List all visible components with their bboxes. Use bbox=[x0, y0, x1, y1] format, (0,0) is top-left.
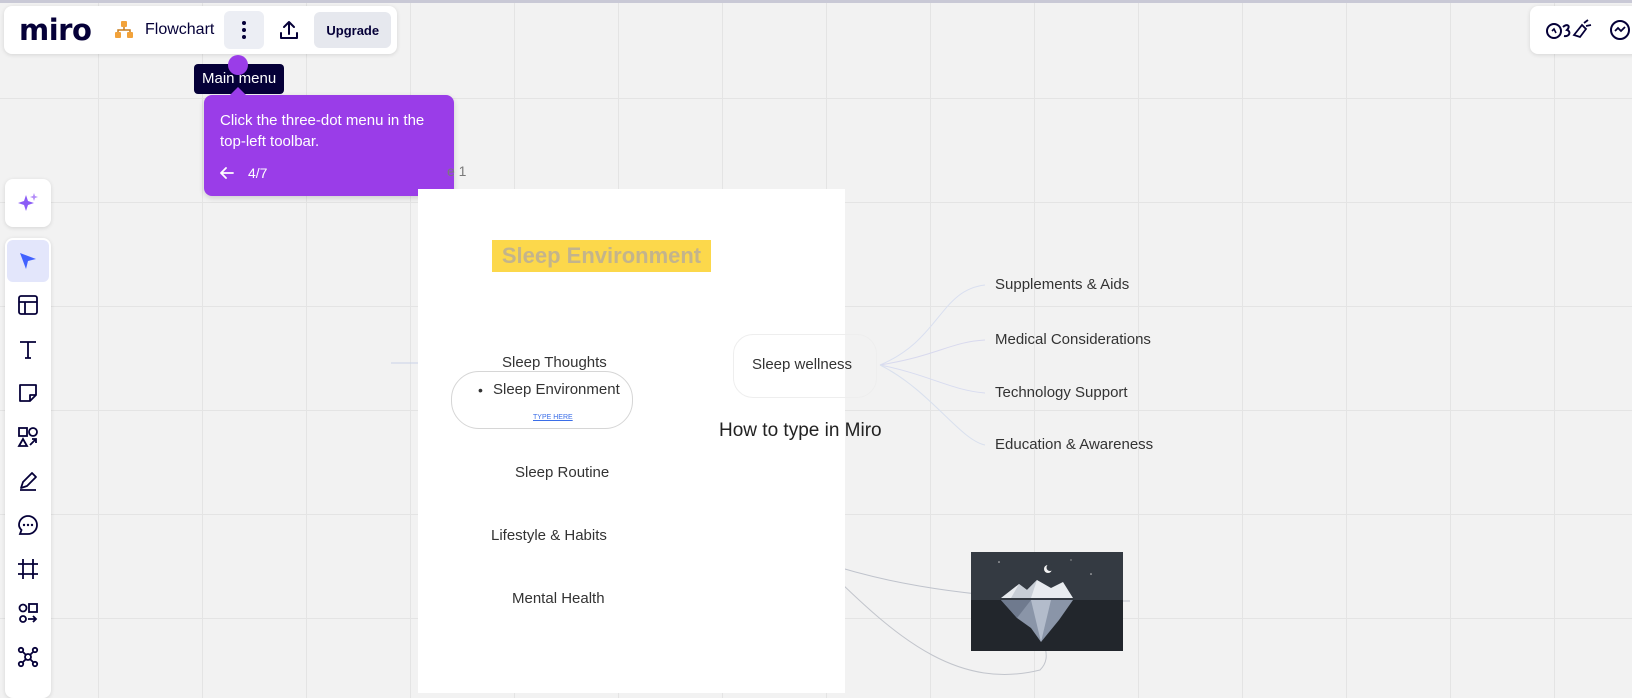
board-name[interactable]: Flowchart bbox=[145, 21, 214, 39]
onboarding-popover: Click the three-dot menu in the top-left… bbox=[204, 87, 454, 196]
cursor-icon bbox=[20, 253, 36, 269]
onboarding-hotspot[interactable] bbox=[228, 55, 248, 75]
popover-caret bbox=[230, 87, 246, 95]
mindmap-icon bbox=[17, 646, 39, 668]
flowchart-icon bbox=[113, 19, 135, 41]
node-supplements[interactable]: Supplements & Aids bbox=[995, 276, 1129, 293]
pen-tool[interactable] bbox=[7, 460, 49, 502]
text-tool[interactable] bbox=[7, 328, 49, 370]
text-icon bbox=[20, 341, 36, 359]
onboarding-nav: 4/7 bbox=[220, 165, 267, 181]
frame-tool[interactable] bbox=[7, 548, 49, 590]
node-medical[interactable]: Medical Considerations bbox=[995, 331, 1151, 348]
chat-icon[interactable] bbox=[1608, 18, 1632, 42]
share-button[interactable] bbox=[270, 11, 308, 49]
ai-assistant-button[interactable] bbox=[5, 179, 51, 227]
reactions-icon[interactable] bbox=[1546, 17, 1594, 43]
mindmap-tool[interactable] bbox=[7, 636, 49, 678]
sparkle-icon bbox=[18, 193, 38, 211]
node-sleep-environment[interactable]: • Sleep Environment TYPE HERE bbox=[451, 371, 633, 429]
main-menu-button[interactable] bbox=[224, 11, 265, 49]
shapes-icon bbox=[17, 427, 38, 447]
node-sleep-thoughts[interactable]: Sleep Thoughts bbox=[502, 354, 607, 371]
mindmap-title[interactable]: Sleep Environment bbox=[492, 240, 711, 272]
select-tool[interactable] bbox=[7, 240, 49, 282]
node-mental-health[interactable]: Mental Health bbox=[512, 590, 605, 607]
arrow-left-icon[interactable] bbox=[220, 167, 234, 179]
upload-icon bbox=[280, 21, 299, 39]
comment-tool[interactable] bbox=[7, 504, 49, 546]
miro-logo: miro bbox=[19, 13, 92, 47]
node-education[interactable]: Education & Awareness bbox=[995, 436, 1153, 453]
node-lifestyle-habits[interactable]: Lifestyle & Habits bbox=[491, 527, 607, 544]
onboarding-message: Click the three-dot menu in the top-left… bbox=[220, 112, 425, 150]
node-sleep-wellness[interactable]: Sleep wellness bbox=[752, 356, 852, 373]
diagram-tool[interactable] bbox=[7, 592, 49, 634]
upgrade-button[interactable]: Upgrade bbox=[314, 12, 392, 48]
sticky-note-tool[interactable] bbox=[7, 372, 49, 414]
frame-icon bbox=[18, 559, 38, 579]
iceberg-image[interactable] bbox=[971, 552, 1123, 651]
templates-tool[interactable] bbox=[7, 284, 49, 326]
sticky-note-icon bbox=[19, 384, 37, 402]
diagram-icon bbox=[18, 603, 38, 623]
onboarding-step: 4/7 bbox=[248, 165, 268, 181]
frame-label[interactable]: e 1 bbox=[447, 163, 466, 179]
node-technology[interactable]: Technology Support bbox=[995, 384, 1128, 401]
pen-icon bbox=[20, 472, 37, 491]
left-toolbar bbox=[5, 238, 51, 698]
how-to-type-text[interactable]: How to type in Miro bbox=[719, 420, 882, 442]
template-icon bbox=[18, 295, 38, 315]
collaboration-panel bbox=[1530, 6, 1632, 54]
three-dot-icon bbox=[242, 21, 247, 39]
type-here-link[interactable]: TYPE HERE bbox=[533, 414, 573, 421]
node-sleep-environment-label: Sleep Environment bbox=[493, 381, 620, 398]
shapes-tool[interactable] bbox=[7, 416, 49, 458]
top-toolbar: miro Flowchart Upgrade bbox=[4, 6, 397, 54]
node-sleep-routine[interactable]: Sleep Routine bbox=[515, 464, 609, 481]
bullet-icon: • bbox=[478, 382, 483, 398]
comment-icon bbox=[18, 515, 38, 535]
